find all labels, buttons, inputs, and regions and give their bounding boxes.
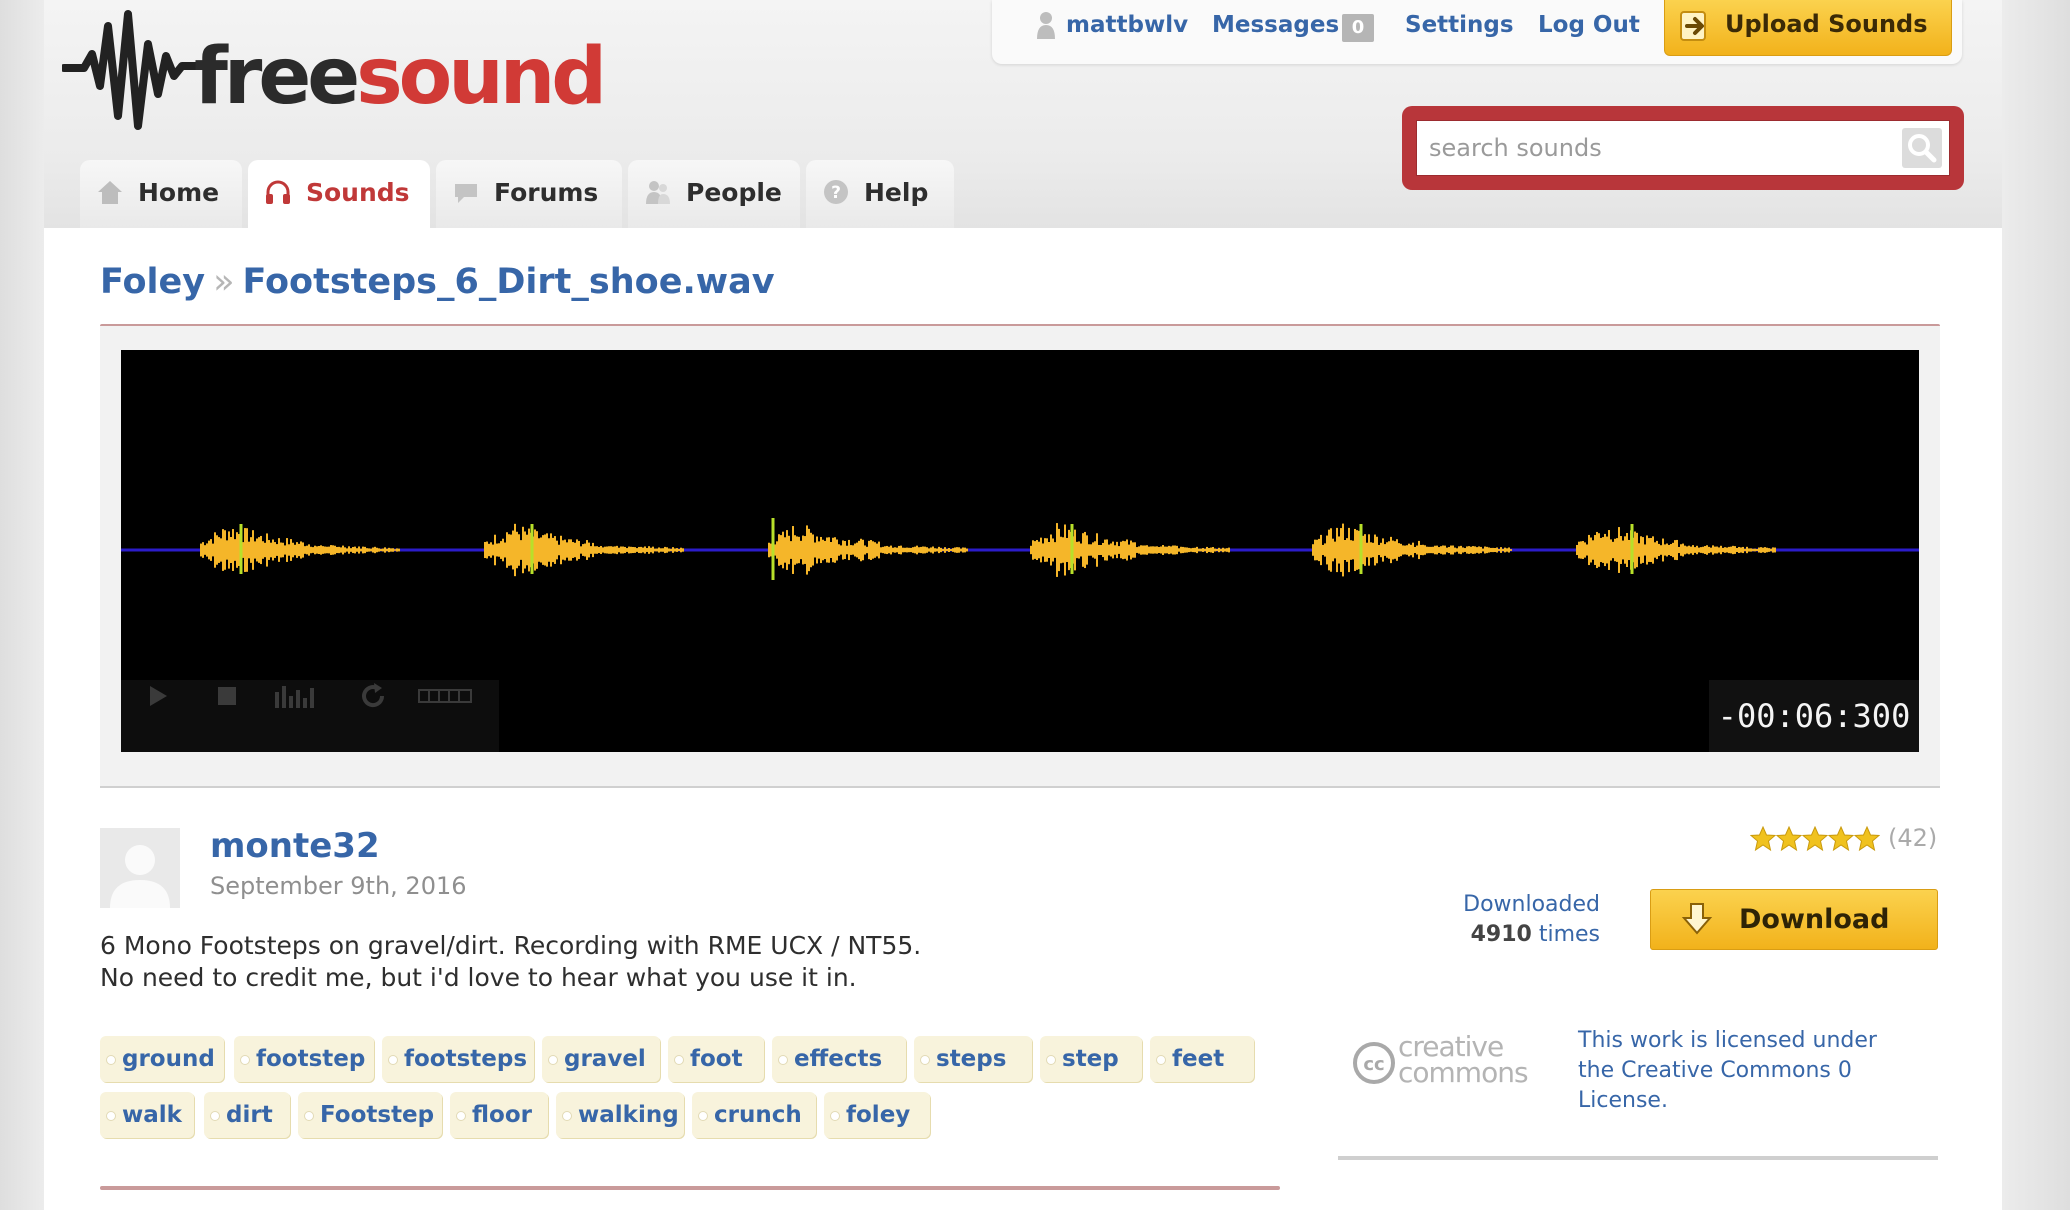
license-text-link[interactable]: This work is licensed under the Creative… bbox=[1578, 1026, 1918, 1116]
speech-bubble-icon bbox=[455, 184, 477, 203]
footstep-waveform-segment bbox=[484, 523, 684, 577]
footstep-waveform-segment bbox=[768, 518, 968, 580]
tag-gravel[interactable]: gravel bbox=[542, 1036, 660, 1082]
logout-link[interactable]: Log Out bbox=[1538, 12, 1640, 38]
tab-forums[interactable]: Forums bbox=[436, 160, 622, 228]
tag-ground[interactable]: ground bbox=[100, 1036, 224, 1082]
tab-help-label: Help bbox=[864, 178, 929, 207]
play-icon[interactable] bbox=[141, 680, 173, 712]
breadcrumb-separator: » bbox=[213, 262, 235, 302]
sound-description: 6 Mono Footsteps on gravel/dirt. Recordi… bbox=[100, 930, 921, 994]
logo-wordmark: freesound bbox=[194, 32, 607, 122]
waveform-display[interactable] bbox=[121, 350, 1919, 680]
upload-sounds-button[interactable]: Upload Sounds bbox=[1664, 0, 1952, 56]
tab-sounds-label: Sounds bbox=[306, 178, 410, 207]
scale-icon[interactable] bbox=[417, 680, 473, 712]
description-line: No need to credit me, but i'd love to he… bbox=[100, 963, 857, 992]
avatar[interactable] bbox=[100, 828, 180, 908]
license-line: License. bbox=[1578, 1088, 1668, 1113]
tag-footsteps[interactable]: footsteps bbox=[382, 1036, 534, 1082]
cc-wordmark: creative commons bbox=[1398, 1030, 1529, 1089]
download-count-number: 4910 bbox=[1470, 922, 1532, 947]
tab-help[interactable]: ? Help bbox=[806, 160, 954, 228]
search-box bbox=[1402, 106, 1964, 190]
svg-text:?: ? bbox=[831, 183, 841, 203]
tag-step[interactable]: step bbox=[1040, 1036, 1142, 1082]
uploader-name-link[interactable]: monte32 bbox=[210, 826, 380, 866]
page-title: Footsteps_6_Dirt_shoe.wav bbox=[242, 262, 775, 302]
stop-icon[interactable] bbox=[211, 680, 243, 712]
tag-walk[interactable]: walk bbox=[100, 1092, 194, 1138]
footstep-waveform-segment bbox=[1576, 524, 1776, 574]
star-icon bbox=[1854, 826, 1880, 852]
star-icon bbox=[1802, 826, 1828, 852]
tab-people-label: People bbox=[686, 178, 782, 207]
waveform-logo-icon bbox=[60, 10, 204, 130]
home-icon bbox=[98, 181, 122, 204]
player-controls bbox=[121, 680, 499, 752]
search-input[interactable] bbox=[1416, 120, 1950, 176]
settings-link[interactable]: Settings bbox=[1405, 12, 1514, 38]
tab-home[interactable]: Home bbox=[80, 160, 242, 228]
tag-floor[interactable]: floor bbox=[450, 1092, 548, 1138]
tab-forums-label: Forums bbox=[494, 178, 599, 207]
tag-dirt[interactable]: dirt bbox=[204, 1092, 290, 1138]
tag-footstep-capital[interactable]: Footstep bbox=[298, 1092, 442, 1138]
tab-sounds[interactable]: Sounds bbox=[248, 160, 430, 229]
tag-feet[interactable]: feet bbox=[1150, 1036, 1254, 1082]
time-display: -00:06:300 bbox=[1709, 680, 1919, 752]
upload-date: September 9th, 2016 bbox=[210, 872, 467, 900]
default-avatar-icon bbox=[100, 828, 180, 908]
download-count: Downloaded 4910 times bbox=[1440, 890, 1600, 950]
messages-count-badge[interactable]: 0 bbox=[1342, 14, 1374, 42]
tag-foot[interactable]: foot bbox=[668, 1036, 764, 1082]
download-button[interactable]: Download bbox=[1650, 889, 1938, 950]
upload-sounds-label: Upload Sounds bbox=[1725, 10, 1928, 38]
breadcrumb: Foley» Footsteps_6_Dirt_shoe.wav bbox=[100, 262, 775, 302]
tag-steps[interactable]: steps bbox=[914, 1036, 1032, 1082]
people-icon bbox=[646, 181, 670, 204]
tag-foley[interactable]: foley bbox=[824, 1092, 930, 1138]
download-count-suffix: times bbox=[1538, 922, 1600, 947]
star-icon bbox=[1776, 826, 1802, 852]
tag-walking[interactable]: walking bbox=[556, 1092, 684, 1138]
download-arrow-icon bbox=[1681, 903, 1713, 935]
footstep-waveform-segment bbox=[200, 524, 400, 574]
tag-footstep[interactable]: footstep bbox=[234, 1036, 374, 1082]
username-link[interactable]: mattbwlv bbox=[1066, 12, 1188, 38]
sidebar-divider bbox=[1338, 1156, 1938, 1160]
tab-home-label: Home bbox=[138, 178, 220, 207]
license-line: This work is licensed under bbox=[1578, 1028, 1877, 1053]
waveform-player[interactable]: -00:06:300 bbox=[121, 350, 1919, 752]
headphones-icon bbox=[266, 180, 290, 204]
star-icon bbox=[1750, 826, 1776, 852]
rating-count: (42) bbox=[1888, 824, 1938, 852]
search-button[interactable] bbox=[1902, 128, 1942, 168]
creative-commons-logo[interactable]: cc creative commons bbox=[1352, 1030, 1548, 1090]
page-margin-left bbox=[0, 0, 44, 1210]
user-icon bbox=[1037, 12, 1055, 39]
license-line: the Creative Commons 0 bbox=[1578, 1058, 1852, 1083]
upload-arrow-icon bbox=[1680, 11, 1706, 41]
download-label: Download bbox=[1739, 904, 1890, 935]
freesound-logo[interactable]: freesound bbox=[60, 6, 607, 136]
description-line: 6 Mono Footsteps on gravel/dirt. Recordi… bbox=[100, 931, 922, 960]
tag-effects[interactable]: effects bbox=[772, 1036, 906, 1082]
page-margin-right bbox=[2002, 0, 2070, 1210]
messages-link[interactable]: Messages bbox=[1212, 12, 1339, 38]
star-icon bbox=[1828, 826, 1854, 852]
svg-text:cc: cc bbox=[1363, 1054, 1384, 1075]
help-icon: ? bbox=[824, 180, 848, 204]
comments-divider bbox=[100, 1186, 1280, 1190]
spectrogram-icon[interactable] bbox=[273, 680, 319, 712]
tag-crunch[interactable]: crunch bbox=[692, 1092, 816, 1138]
search-icon bbox=[1908, 134, 1937, 163]
download-count-prefix: Downloaded bbox=[1463, 892, 1600, 917]
tab-people[interactable]: People bbox=[628, 160, 800, 228]
footstep-waveform-segment bbox=[1312, 523, 1512, 577]
breadcrumb-parent-link[interactable]: Foley bbox=[100, 262, 205, 302]
loop-icon[interactable] bbox=[357, 680, 389, 712]
footstep-waveform-segment bbox=[1030, 523, 1230, 577]
